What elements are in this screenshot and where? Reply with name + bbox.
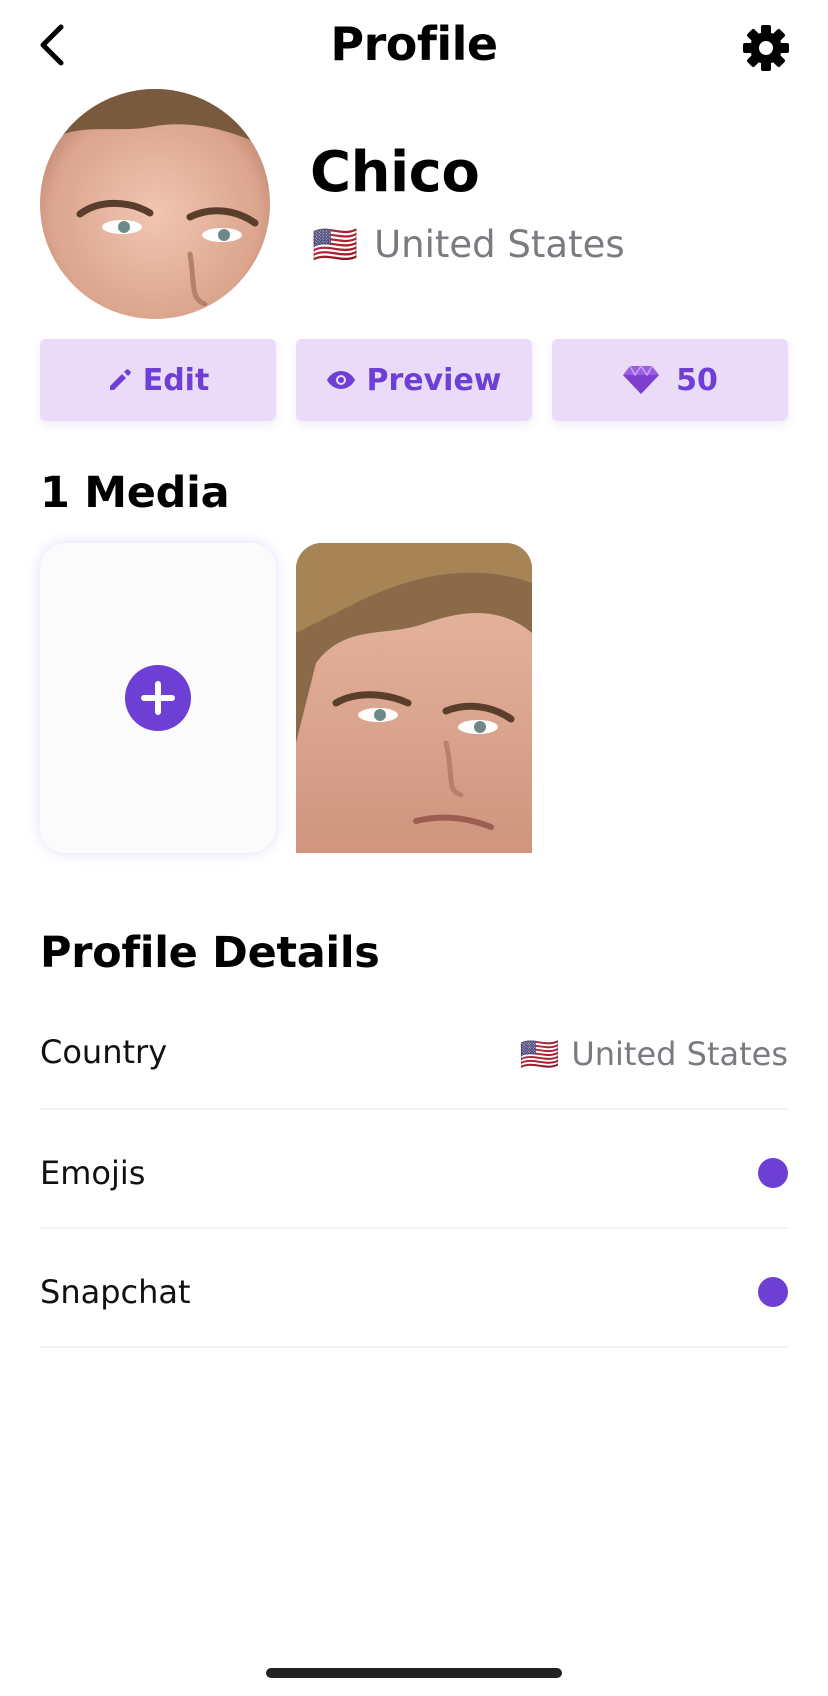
media-title: 1 Media <box>40 468 230 518</box>
edit-button[interactable]: Edit <box>40 339 276 421</box>
user-country: 🇺🇸 United States <box>312 220 625 270</box>
eye-icon <box>326 369 356 391</box>
us-flag-icon: 🇺🇸 <box>312 223 359 266</box>
settings-button[interactable] <box>738 20 794 76</box>
divider <box>40 1346 788 1348</box>
gems-button[interactable]: 50 <box>552 339 788 421</box>
page-title: Profile <box>330 17 498 71</box>
edit-label: Edit <box>142 362 210 398</box>
country-label: Country <box>40 1033 168 1071</box>
avatar[interactable] <box>40 89 270 319</box>
country-value-label: United States <box>571 1035 788 1073</box>
emojis-label: Emojis <box>40 1154 146 1192</box>
preview-button[interactable]: Preview <box>296 339 532 421</box>
country-value[interactable]: 🇺🇸 United States <box>519 1032 788 1076</box>
user-country-label: United States <box>374 223 625 266</box>
snapchat-status-dot[interactable] <box>758 1277 788 1307</box>
gems-count: 50 <box>676 362 718 398</box>
user-name: Chico <box>310 140 480 205</box>
avatar-photo <box>40 89 270 319</box>
plus-icon <box>125 665 191 731</box>
emojis-status-dot[interactable] <box>758 1158 788 1188</box>
media-photo[interactable] <box>296 543 532 853</box>
preview-label: Preview <box>366 362 502 398</box>
gear-icon <box>743 25 789 71</box>
divider <box>40 1227 788 1229</box>
snapchat-label: Snapchat <box>40 1273 191 1311</box>
diamond-icon <box>622 365 660 395</box>
media-photo-image <box>296 543 532 853</box>
us-flag-icon: 🇺🇸 <box>519 1035 560 1073</box>
divider <box>40 1108 788 1110</box>
home-indicator <box>266 1668 562 1678</box>
details-title: Profile Details <box>40 928 380 978</box>
add-media-button[interactable] <box>40 543 276 853</box>
pencil-icon <box>107 367 133 393</box>
